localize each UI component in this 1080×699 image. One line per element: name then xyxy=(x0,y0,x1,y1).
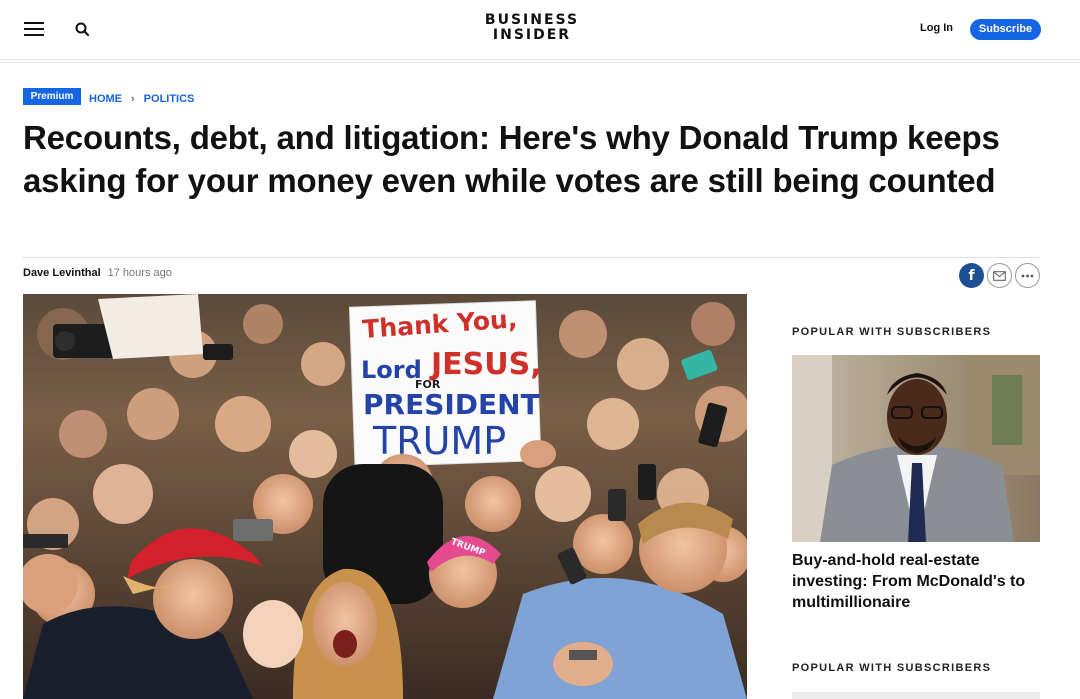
sidebar-section-title-1: POPULAR WITH SUBSCRIBERS xyxy=(792,326,992,338)
email-share-button[interactable] xyxy=(987,263,1012,288)
more-icon xyxy=(1021,274,1034,277)
sign-line-2: Lord xyxy=(361,356,422,384)
sidebar-section-title-2: POPULAR WITH SUBSCRIBERS xyxy=(792,662,992,674)
publish-time: 17 hours ago xyxy=(107,267,172,279)
breadcrumb-politics[interactable]: POLITICS xyxy=(144,93,195,105)
sidebar-story-image[interactable] xyxy=(792,355,1040,542)
login-link[interactable]: Log In xyxy=(920,22,953,34)
facebook-share-button[interactable]: f xyxy=(959,263,984,288)
hero-image[interactable]: Thank You, Lord JESUS, FOR PRESIDENT TRU… xyxy=(23,294,747,699)
sidebar-story-headline[interactable]: Buy-and-hold real-estate investing: From… xyxy=(792,550,1042,613)
site-logo[interactable]: BUSINESS INSIDER xyxy=(480,13,584,43)
facebook-icon: f xyxy=(968,267,975,284)
portrait-photo xyxy=(792,355,1040,542)
breadcrumb: HOME › POLITICS xyxy=(89,93,194,105)
menu-icon[interactable] xyxy=(24,22,44,36)
sign-line-5: PRESIDENT xyxy=(363,388,540,421)
breadcrumb-home[interactable]: HOME xyxy=(89,93,122,105)
crowd-photo: Thank You, Lord JESUS, FOR PRESIDENT TRU… xyxy=(23,294,747,699)
sidebar-story-image-2[interactable] xyxy=(792,692,1040,699)
site-header: BUSINESS INSIDER Log In Subscribe xyxy=(0,0,1080,60)
mail-icon xyxy=(993,270,1006,281)
logo-line-1: BUSINESS xyxy=(484,12,580,28)
article-headline: Recounts, debt, and litigation: Here's w… xyxy=(23,119,1000,199)
more-share-button[interactable] xyxy=(1015,263,1040,288)
breadcrumb-separator: › xyxy=(131,93,135,105)
sign-line-3: JESUS, xyxy=(429,347,542,382)
author-name[interactable]: Dave Levinthal xyxy=(23,267,101,279)
byline: Dave Levinthal 17 hours ago xyxy=(23,267,172,279)
subscribe-button[interactable]: Subscribe xyxy=(970,19,1041,40)
search-icon[interactable] xyxy=(74,21,92,39)
header-divider xyxy=(0,62,1080,63)
headline-divider xyxy=(23,257,1040,258)
premium-badge: Premium xyxy=(23,88,81,105)
logo-line-2: INSIDER xyxy=(492,27,572,43)
